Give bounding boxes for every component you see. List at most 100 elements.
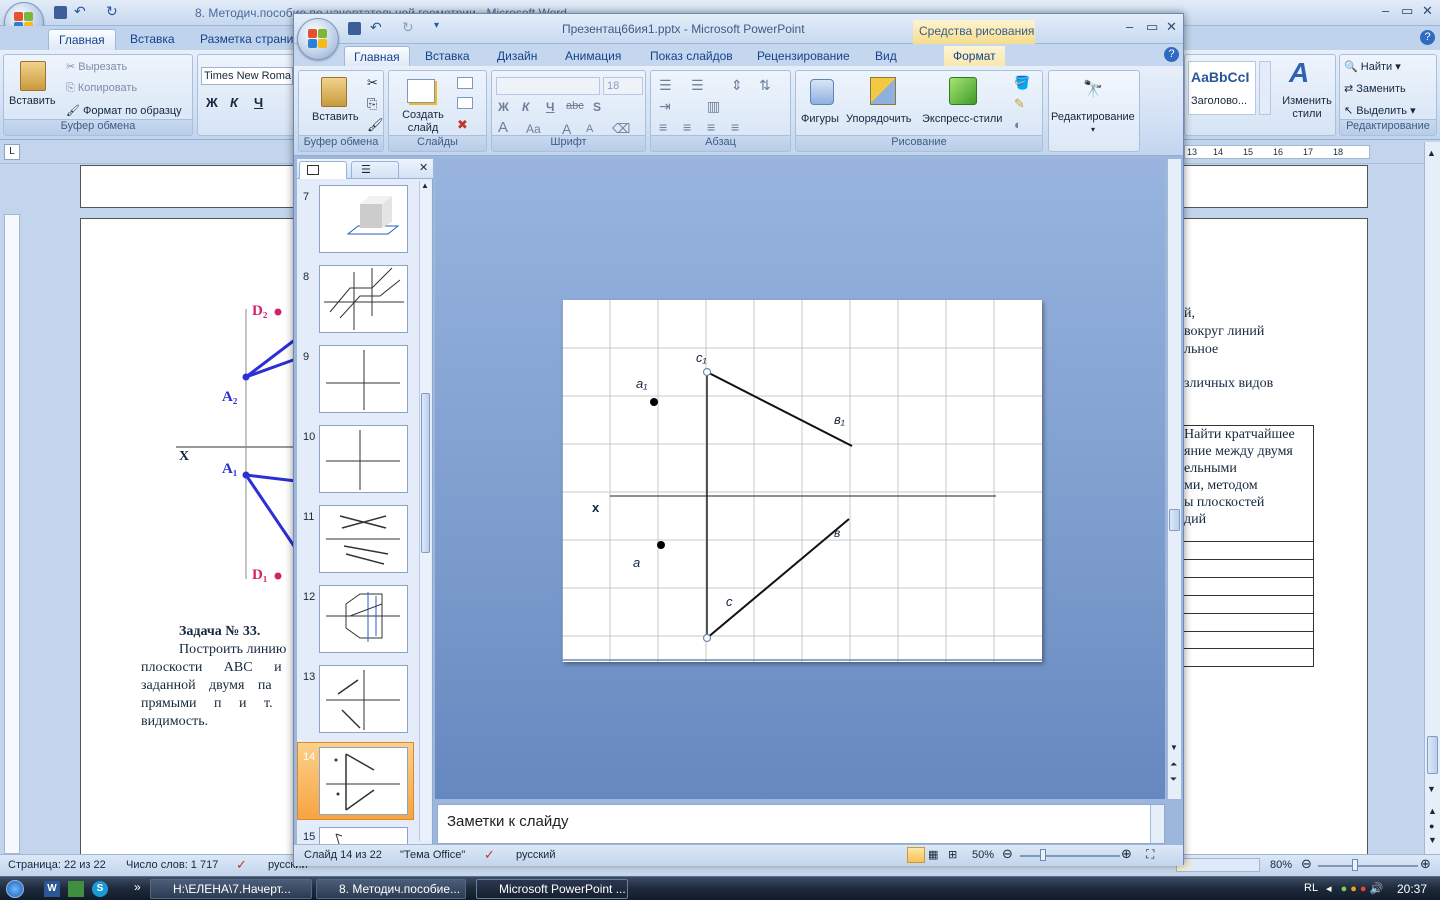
spellcheck-icon[interactable]: ✓: [236, 857, 247, 873]
scroll-thumb[interactable]: [1169, 509, 1180, 531]
bullets-icon[interactable]: ☰: [659, 77, 672, 94]
spellcheck-icon[interactable]: ✓: [484, 847, 495, 863]
copy-icon[interactable]: ⎘: [367, 96, 377, 112]
thumbnail-scrollbar[interactable]: ▲: [419, 181, 431, 841]
arrange-icon[interactable]: [870, 77, 896, 105]
skype-quicklaunch-icon[interactable]: S: [92, 881, 108, 897]
editing-dropdown-icon[interactable]: ▾: [1091, 125, 1095, 134]
scroll-down-icon[interactable]: ▼: [1170, 743, 1178, 752]
quicklaunch-overflow-icon[interactable]: »: [134, 880, 141, 894]
task-explorer[interactable]: H:\ЕЛЕНА\7.Начерт...: [150, 879, 312, 899]
fit-to-window-icon[interactable]: ⛶: [1146, 847, 1154, 862]
paste-button[interactable]: Вставить: [9, 95, 56, 107]
tray-volume-icon[interactable]: ●: [1350, 883, 1360, 895]
change-case-icon[interactable]: Aa: [526, 122, 541, 136]
slide-thumbnail-10[interactable]: [319, 425, 408, 493]
underline-button[interactable]: Ч: [546, 100, 554, 114]
scroll-down-icon[interactable]: ▼: [1427, 784, 1436, 794]
quick-redo-icon[interactable]: ↻: [106, 3, 118, 20]
bold-button[interactable]: Ж: [498, 100, 509, 114]
vertical-ruler[interactable]: [4, 214, 20, 854]
text-direction-icon[interactable]: ⇅: [759, 77, 771, 94]
tab-home[interactable]: Главная: [48, 29, 116, 50]
scroll-thumb[interactable]: [1427, 736, 1438, 774]
slide-show-icon[interactable]: ⊞: [948, 848, 957, 861]
scroll-thumb[interactable]: [421, 393, 430, 553]
minimize-icon[interactable]: –: [1382, 3, 1389, 18]
maximize-icon[interactable]: ▭: [1146, 19, 1158, 35]
language-bar[interactable]: RL: [1304, 882, 1318, 894]
word-vertical-scrollbar[interactable]: ▲ ▼ ▲ ● ▼: [1424, 142, 1440, 854]
paste-icon[interactable]: [321, 77, 347, 107]
horizontal-ruler[interactable]: 13 14 15 16 17 18: [1184, 145, 1370, 159]
shapes-button[interactable]: Фигуры: [801, 113, 839, 125]
zoom-level[interactable]: 50%: [972, 849, 994, 861]
align-left-icon[interactable]: ≡: [659, 119, 667, 135]
current-slide[interactable]: c₁ a₁ в₁ x в a c: [561, 300, 1042, 662]
font-name-select[interactable]: [496, 77, 600, 95]
tab-selector[interactable]: L: [4, 144, 20, 160]
find-button[interactable]: 🔍 Найти ▾: [1344, 60, 1401, 73]
zoom-out-icon[interactable]: ⊖: [1002, 846, 1013, 862]
paste-icon[interactable]: [20, 61, 46, 91]
tab-animation[interactable]: Анимация: [556, 46, 630, 66]
close-pane-icon[interactable]: ✕: [419, 161, 428, 174]
align-right-icon[interactable]: ≡: [707, 119, 715, 135]
language-indicator[interactable]: русский: [516, 849, 555, 861]
view-buttons[interactable]: [1176, 858, 1260, 872]
browse-object-icon[interactable]: ●: [1429, 821, 1434, 831]
next-page-icon[interactable]: ▼: [1428, 835, 1437, 845]
replace-button[interactable]: ⇄ Заменить: [1344, 82, 1406, 95]
normal-view-icon[interactable]: [907, 847, 925, 863]
select-button[interactable]: ↖ Выделить ▾: [1344, 104, 1416, 117]
shape-effects-icon[interactable]: ◐: [1014, 117, 1022, 132]
quick-styles-button[interactable]: Экспресс-стили: [922, 113, 1002, 125]
prev-slide-icon[interactable]: ⏶: [1170, 759, 1177, 770]
bold-button[interactable]: Ж: [206, 95, 218, 110]
reset-icon[interactable]: [457, 97, 473, 109]
strikethrough-button[interactable]: abc: [566, 100, 584, 112]
tray-network-icon[interactable]: ●: [1341, 883, 1351, 895]
align-center-icon[interactable]: ≡: [683, 119, 691, 135]
zoom-in-icon[interactable]: ⊕: [1121, 846, 1132, 862]
tab-insert[interactable]: Вставка: [120, 29, 185, 50]
quick-undo-icon[interactable]: ↶: [370, 19, 382, 36]
indent-icon[interactable]: ⇥: [659, 98, 671, 115]
tab-view[interactable]: Вид: [866, 46, 906, 66]
explorer-quicklaunch-icon[interactable]: [68, 881, 84, 897]
slide-thumbnail-7[interactable]: [319, 185, 408, 253]
scroll-up-icon[interactable]: ▲: [421, 181, 429, 190]
slide-thumbnail-14[interactable]: [319, 747, 408, 815]
slide-sorter-icon[interactable]: ▦: [928, 848, 938, 861]
close-icon[interactable]: ✕: [1166, 19, 1177, 35]
slide-thumbnail-8[interactable]: [319, 265, 408, 333]
editing-button[interactable]: Редактирование: [1051, 111, 1135, 123]
font-name-select[interactable]: Times New Roma: [201, 67, 293, 85]
help-icon[interactable]: ?: [1420, 30, 1435, 45]
quick-styles-icon[interactable]: [949, 77, 977, 105]
change-styles-button[interactable]: Изменить стили: [1279, 95, 1335, 121]
minimize-icon[interactable]: –: [1126, 19, 1133, 34]
tab-outline[interactable]: ☰: [351, 161, 399, 179]
zoom-slider-thumb[interactable]: [1040, 849, 1046, 861]
next-slide-icon[interactable]: ⏷: [1170, 774, 1177, 785]
font-size-select[interactable]: 18: [603, 77, 643, 95]
justify-icon[interactable]: ≡: [731, 119, 739, 135]
arrange-button[interactable]: Упорядочить: [846, 113, 911, 125]
italic-button[interactable]: К: [230, 95, 238, 110]
binoculars-icon[interactable]: 🔭: [1083, 79, 1103, 99]
slide-vertical-scrollbar[interactable]: ▼ ⏶ ⏷: [1167, 159, 1181, 799]
zoom-level[interactable]: 80%: [1270, 859, 1292, 871]
tab-page-layout[interactable]: Разметка страни: [190, 29, 303, 50]
numbering-icon[interactable]: ☰: [691, 77, 704, 94]
shapes-icon[interactable]: [810, 79, 834, 105]
italic-button[interactable]: К: [522, 100, 529, 114]
line-spacing-icon[interactable]: ⇕: [731, 77, 743, 94]
task-powerpoint[interactable]: Microsoft PowerPoint ...: [476, 879, 628, 899]
paste-button[interactable]: Вставить: [312, 111, 359, 123]
office-button[interactable]: [297, 18, 339, 60]
zoom-slider[interactable]: [1020, 855, 1120, 857]
zoom-slider[interactable]: [1318, 865, 1418, 867]
quick-undo-icon[interactable]: ↶: [74, 3, 86, 20]
columns-icon[interactable]: ▥: [707, 98, 720, 115]
